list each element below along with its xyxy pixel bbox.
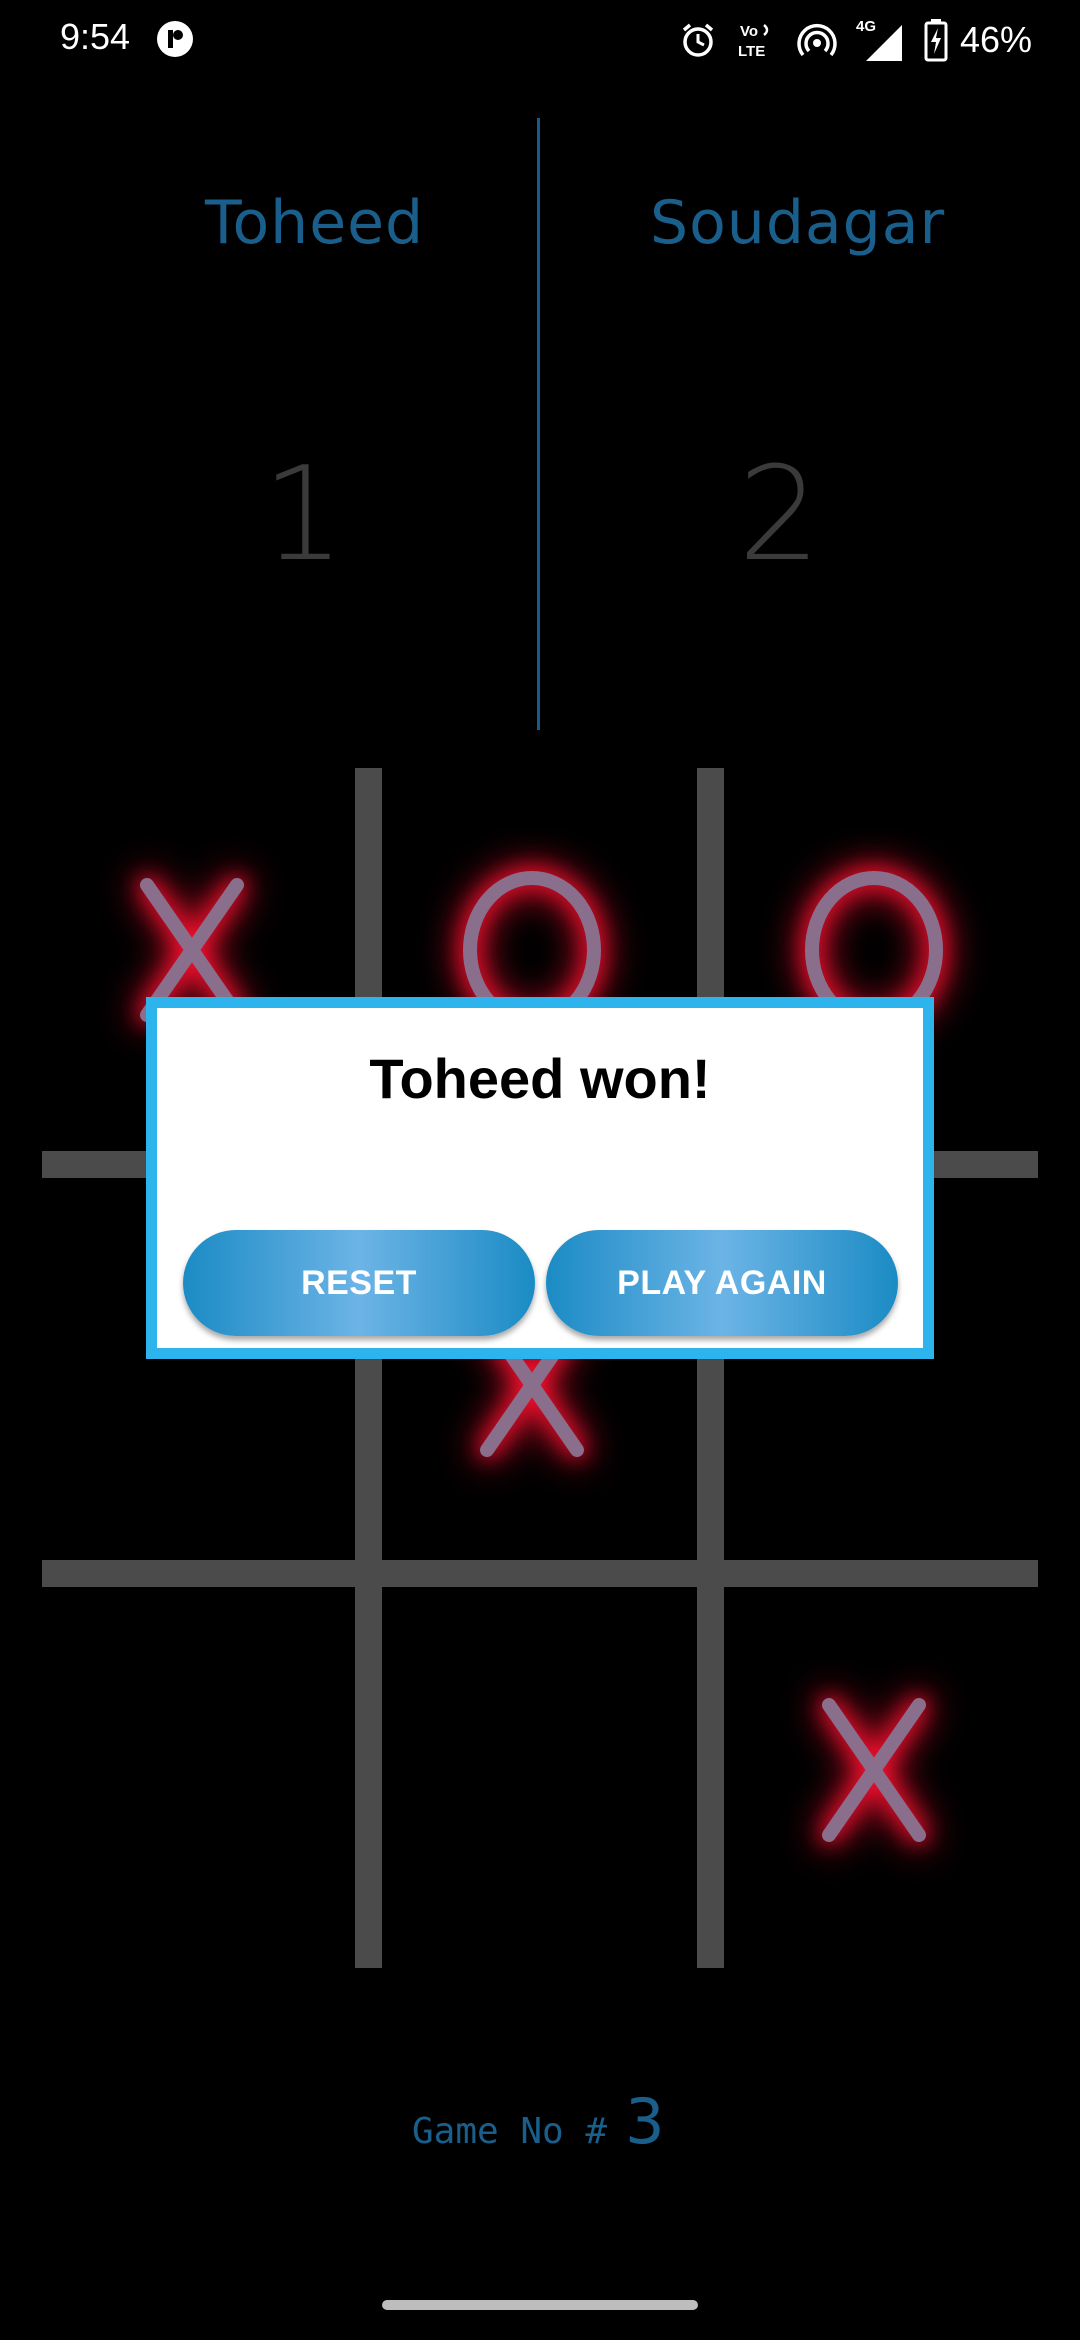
- board-cell[interactable]: [774, 1670, 974, 1870]
- grid-line-vertical-2: [697, 768, 724, 1968]
- play-again-button[interactable]: PLAY AGAIN: [546, 1230, 898, 1336]
- home-indicator[interactable]: [382, 2300, 698, 2310]
- reset-button[interactable]: RESET: [183, 1230, 535, 1336]
- board-cell[interactable]: [432, 1670, 632, 1870]
- x-mark-icon: [822, 1698, 926, 1842]
- game-number-label: Game No #: [412, 2111, 608, 2152]
- grid-line-horizontal-2: [42, 1560, 1038, 1587]
- game-number: Game No # 3: [412, 2085, 665, 2158]
- game-number-value: 3: [625, 2085, 665, 2158]
- board-cell[interactable]: [92, 1670, 292, 1870]
- dialog-title: Toheed won!: [369, 1047, 711, 1110]
- win-dialog: Toheed won! RESET PLAY AGAIN: [146, 997, 934, 1359]
- grid-line-vertical-1: [355, 768, 382, 1968]
